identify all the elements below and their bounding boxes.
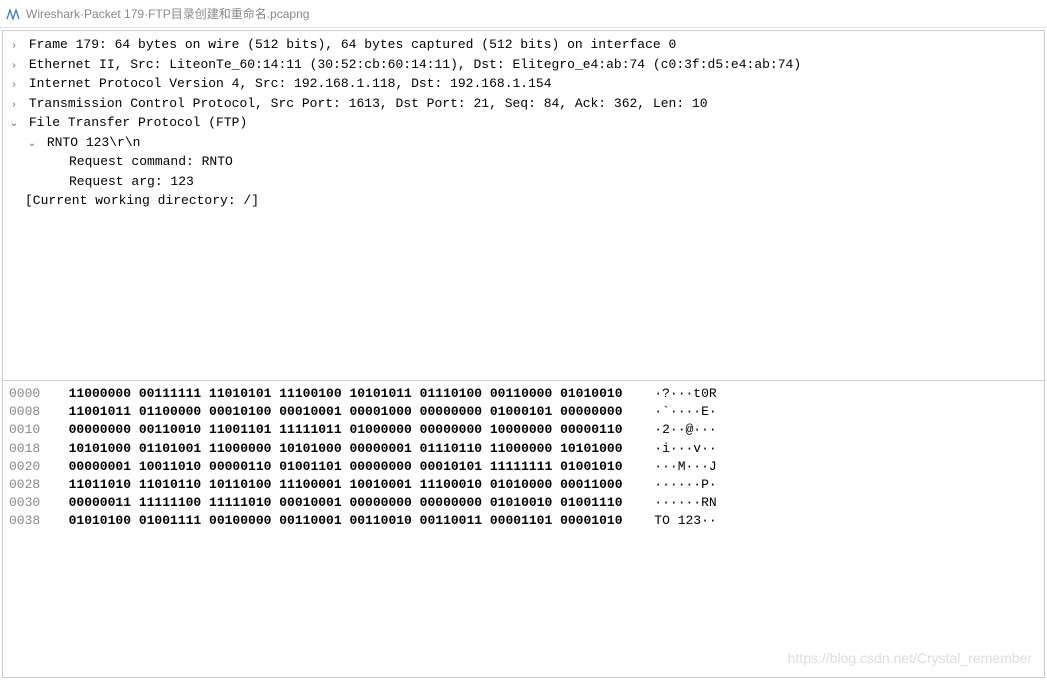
chevron-right-icon[interactable]: › bbox=[7, 97, 21, 112]
tree-ip-text: Internet Protocol Version 4, Src: 192.16… bbox=[29, 76, 552, 91]
tree-frame-text: Frame 179: 64 bytes on wire (512 bits), … bbox=[29, 37, 677, 52]
tree-tcp[interactable]: › Transmission Control Protocol, Src Por… bbox=[3, 94, 1044, 114]
hex-ascii: ·`····E· bbox=[623, 403, 717, 421]
hex-row[interactable]: 0020 00000001 10011010 00000110 01001101… bbox=[9, 458, 1038, 476]
hex-row[interactable]: 0030 00000011 11111100 11111010 00010001… bbox=[9, 494, 1038, 512]
chevron-down-icon[interactable]: ⌄ bbox=[25, 136, 39, 151]
tree-ftp-text: File Transfer Protocol (FTP) bbox=[29, 115, 247, 130]
hex-bytes: 10101000 01101001 11000000 10101000 0000… bbox=[53, 440, 623, 458]
watermark-text: https://blog.csdn.net/Crystal_remember bbox=[788, 649, 1032, 669]
titlebar-filename: FTP目录创建和重命名.pcapng bbox=[148, 5, 309, 22]
tree-ftp[interactable]: ⌄ File Transfer Protocol (FTP) bbox=[3, 113, 1044, 133]
hex-dump-pane[interactable]: 0000 11000000 00111111 11010101 11100100… bbox=[3, 381, 1044, 677]
chevron-right-icon[interactable]: › bbox=[7, 58, 21, 73]
tree-cwd-text: [Current working directory: /] bbox=[25, 193, 259, 208]
tree-rnto-text: RNTO 123\r\n bbox=[47, 135, 141, 150]
hex-row[interactable]: 0028 11011010 11010110 10110100 11100001… bbox=[9, 476, 1038, 494]
hex-bytes: 00000001 10011010 00000110 01001101 0000… bbox=[53, 458, 623, 476]
tree-req-arg-text: Request arg: 123 bbox=[69, 174, 194, 189]
tree-ip[interactable]: › Internet Protocol Version 4, Src: 192.… bbox=[3, 74, 1044, 94]
tree-ethernet[interactable]: › Ethernet II, Src: LiteonTe_60:14:11 (3… bbox=[3, 55, 1044, 75]
hex-offset: 0038 bbox=[9, 512, 53, 530]
titlebar-packet: Packet 179 bbox=[84, 7, 144, 21]
hex-offset: 0010 bbox=[9, 421, 53, 439]
chevron-right-icon[interactable]: › bbox=[7, 38, 21, 53]
tree-req-cmd[interactable]: Request command: RNTO bbox=[3, 152, 1044, 172]
hex-ascii: TO 123·· bbox=[623, 512, 717, 530]
hex-bytes: 01010100 01001111 00100000 00110001 0011… bbox=[53, 512, 623, 530]
chevron-right-icon[interactable]: › bbox=[7, 77, 21, 92]
hex-ascii: ·i···v·· bbox=[623, 440, 717, 458]
hex-row[interactable]: 0000 11000000 00111111 11010101 11100100… bbox=[9, 385, 1038, 403]
main-container: › Frame 179: 64 bytes on wire (512 bits)… bbox=[2, 30, 1045, 678]
hex-bytes: 11011010 11010110 10110100 11100001 1001… bbox=[53, 476, 623, 494]
hex-ascii: ·2··@··· bbox=[623, 421, 717, 439]
hex-ascii: ···M···J bbox=[623, 458, 717, 476]
tree-req-arg[interactable]: Request arg: 123 bbox=[3, 172, 1044, 192]
hex-ascii: ·?···t0R bbox=[623, 385, 717, 403]
titlebar-app: Wireshark bbox=[26, 7, 80, 21]
hex-ascii: ······RN bbox=[623, 494, 717, 512]
tree-tcp-text: Transmission Control Protocol, Src Port:… bbox=[29, 96, 708, 111]
tree-cwd[interactable]: [Current working directory: /] bbox=[3, 191, 1044, 211]
hex-row[interactable]: 0008 11001011 01100000 00010100 00010001… bbox=[9, 403, 1038, 421]
hex-offset: 0030 bbox=[9, 494, 53, 512]
chevron-down-icon[interactable]: ⌄ bbox=[7, 116, 21, 131]
wireshark-icon bbox=[6, 7, 20, 21]
tree-ethernet-text: Ethernet II, Src: LiteonTe_60:14:11 (30:… bbox=[29, 57, 801, 72]
hex-offset: 0000 bbox=[9, 385, 53, 403]
packet-details-pane[interactable]: › Frame 179: 64 bytes on wire (512 bits)… bbox=[3, 31, 1044, 381]
hex-bytes: 00000000 00110010 11001101 11111011 0100… bbox=[53, 421, 623, 439]
hex-row[interactable]: 0038 01010100 01001111 00100000 00110001… bbox=[9, 512, 1038, 530]
window-titlebar: Wireshark · Packet 179 · FTP目录创建和重命名.pca… bbox=[0, 0, 1047, 28]
hex-bytes: 00000011 11111100 11111010 00010001 0000… bbox=[53, 494, 623, 512]
tree-req-cmd-text: Request command: RNTO bbox=[69, 154, 233, 169]
hex-ascii: ······P· bbox=[623, 476, 717, 494]
hex-offset: 0018 bbox=[9, 440, 53, 458]
hex-bytes: 11000000 00111111 11010101 11100100 1010… bbox=[53, 385, 623, 403]
tree-rnto[interactable]: ⌄ RNTO 123\r\n bbox=[3, 133, 1044, 153]
hex-row[interactable]: 0018 10101000 01101001 11000000 10101000… bbox=[9, 440, 1038, 458]
hex-offset: 0028 bbox=[9, 476, 53, 494]
hex-bytes: 11001011 01100000 00010100 00010001 0000… bbox=[53, 403, 623, 421]
hex-row[interactable]: 0010 00000000 00110010 11001101 11111011… bbox=[9, 421, 1038, 439]
tree-frame[interactable]: › Frame 179: 64 bytes on wire (512 bits)… bbox=[3, 35, 1044, 55]
hex-offset: 0020 bbox=[9, 458, 53, 476]
hex-offset: 0008 bbox=[9, 403, 53, 421]
